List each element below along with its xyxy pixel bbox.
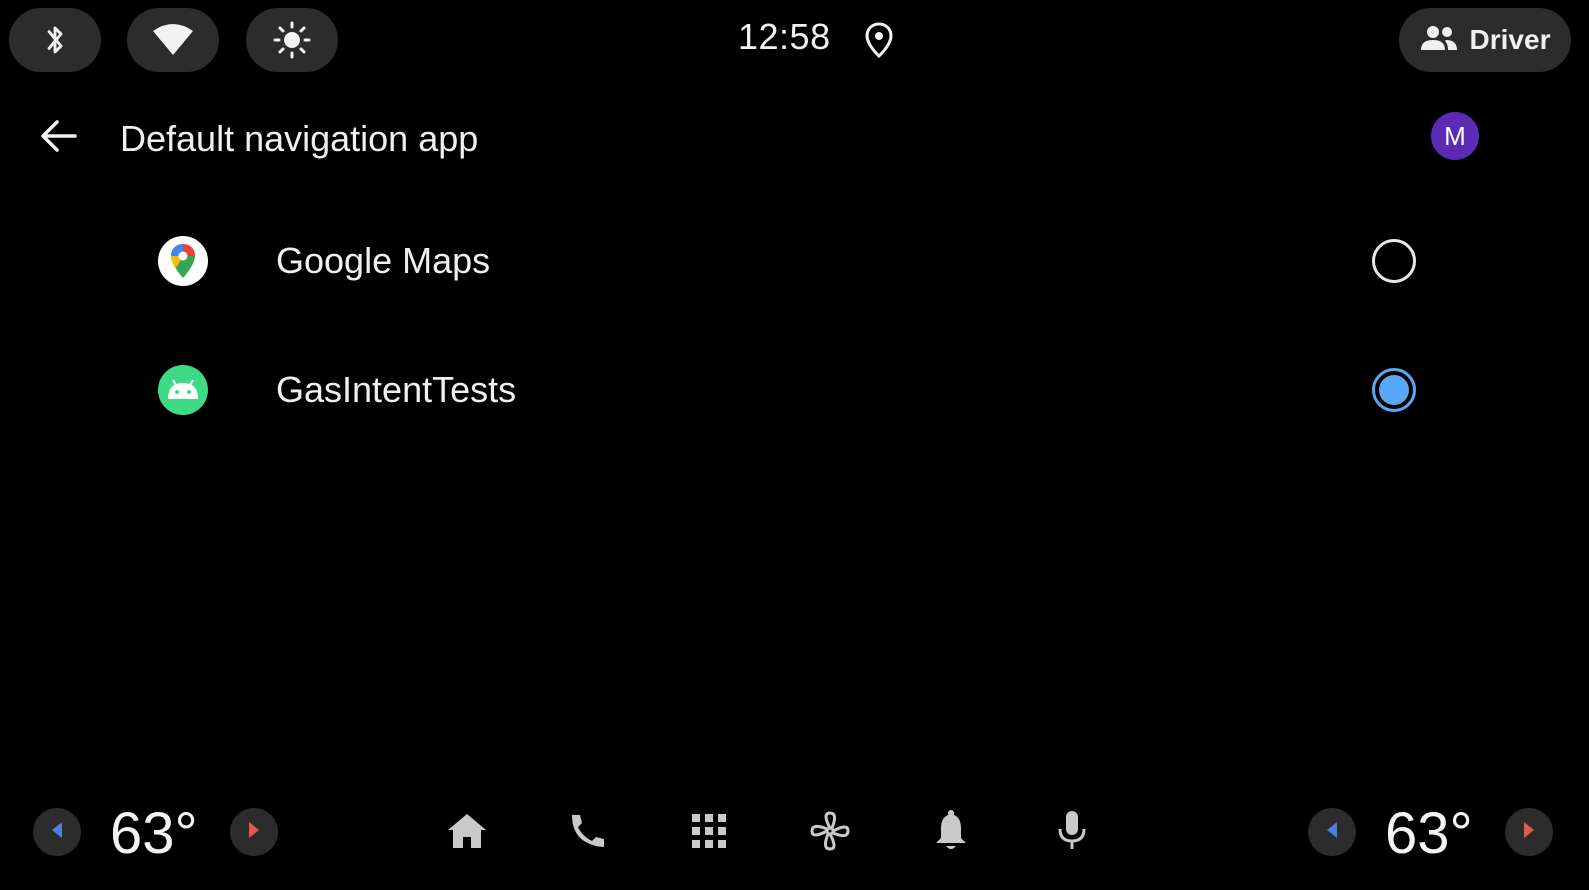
radio-google-maps[interactable] [1372, 239, 1416, 283]
list-item-gasintenttests[interactable]: GasIntentTests [140, 335, 1440, 445]
page-title: Default navigation app [120, 118, 479, 159]
home-icon [446, 812, 488, 855]
left-temp-down-button[interactable] [33, 808, 81, 856]
clock: 12:58 [738, 16, 831, 57]
fan-icon [808, 809, 852, 858]
hvac-button[interactable] [803, 806, 857, 860]
android-icon [158, 365, 208, 415]
app-launcher-button[interactable] [682, 806, 736, 860]
wifi-button[interactable] [127, 8, 219, 72]
app-grid-icon [691, 813, 727, 854]
avatar-initial: M [1444, 120, 1466, 151]
screen: 12:58 Driver Default navigation app M Go… [0, 0, 1589, 890]
app-label: Google Maps [276, 240, 491, 281]
radio-gasintenttests[interactable] [1372, 368, 1416, 412]
left-temperature: 63° [110, 801, 198, 866]
triangle-right-icon [1522, 821, 1536, 844]
location-pin-icon [865, 22, 893, 63]
bell-icon [933, 809, 969, 857]
triangle-left-icon [1325, 821, 1339, 844]
notifications-button[interactable] [924, 806, 978, 860]
bluetooth-icon [40, 22, 70, 58]
google-maps-icon [158, 236, 208, 286]
left-temp-up-button[interactable] [230, 808, 278, 856]
list-item-google-maps[interactable]: Google Maps [140, 206, 1440, 316]
triangle-left-icon [50, 821, 64, 844]
avatar[interactable]: M [1431, 112, 1479, 160]
brightness-icon [272, 20, 312, 60]
voice-assistant-button[interactable] [1045, 806, 1099, 860]
mic-icon [1055, 809, 1089, 858]
phone-button[interactable] [561, 806, 615, 860]
app-label: GasIntentTests [276, 369, 517, 410]
home-button[interactable] [440, 806, 494, 860]
bluetooth-button[interactable] [9, 8, 101, 72]
back-button[interactable] [30, 110, 86, 166]
brightness-button[interactable] [246, 8, 338, 72]
wifi-icon [152, 23, 194, 57]
right-temperature: 63° [1385, 801, 1473, 866]
triangle-right-icon [247, 821, 261, 844]
user-switcher-button[interactable]: Driver [1399, 8, 1571, 72]
right-temp-up-button[interactable] [1505, 808, 1553, 856]
people-icon [1420, 24, 1458, 57]
phone-icon [568, 811, 608, 856]
back-arrow-icon [39, 119, 77, 158]
right-temp-down-button[interactable] [1308, 808, 1356, 856]
user-label: Driver [1469, 24, 1551, 55]
